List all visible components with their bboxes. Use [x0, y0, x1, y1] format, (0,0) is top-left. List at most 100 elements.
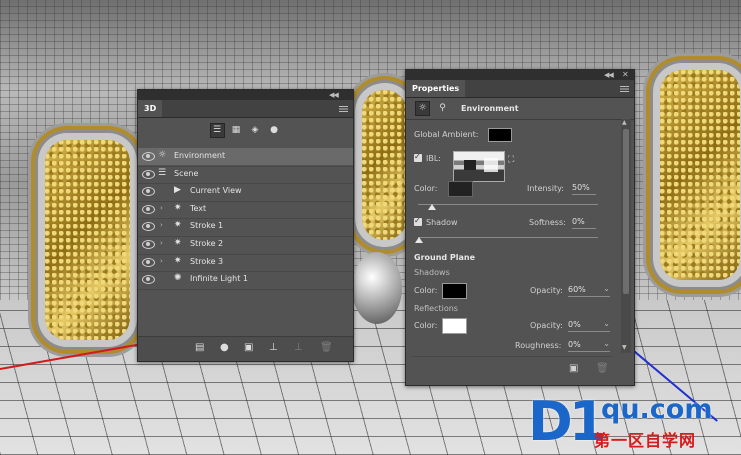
reflections-color-swatch[interactable]	[442, 318, 467, 334]
ground-icon[interactable]: ⊥	[269, 342, 278, 353]
eye-visibility-icon[interactable]	[142, 257, 155, 267]
layer-label: Stroke 1	[190, 221, 224, 231]
roughness-label: Roughness:	[515, 341, 562, 350]
environment-icon[interactable]: ☼	[415, 101, 430, 116]
eye-visibility-icon[interactable]	[142, 221, 155, 232]
trash-icon[interactable]: 🗑	[596, 363, 609, 374]
intensity-field[interactable]: 50%	[572, 183, 596, 195]
layer-label: Stroke 2	[190, 239, 224, 248]
layer-row[interactable]: › ✷ Text	[138, 201, 353, 218]
trash-icon[interactable]: 🗑	[320, 342, 333, 353]
eye-visibility-icon[interactable]	[142, 186, 155, 197]
global-ambient-swatch[interactable]	[488, 128, 512, 142]
3d-bottom-toolbar: ▤ ● ▣ ⊥ ⊥ 🗑	[138, 336, 353, 361]
scene-icon: ☰	[158, 167, 167, 178]
shadows-color-swatch[interactable]	[442, 283, 467, 299]
layer-row[interactable]: ☰ Scene	[138, 166, 353, 183]
properties-titlebar[interactable]: ◀◀ ✕	[406, 70, 634, 80]
expand-chevron-icon[interactable]: ›	[160, 204, 163, 212]
eye-visibility-icon[interactable]	[142, 169, 155, 179]
eye-visibility-icon[interactable]	[142, 151, 155, 161]
camera-icon: ▶	[174, 185, 181, 196]
add-light-icon[interactable]: ●	[220, 342, 229, 353]
close-icon[interactable]: ✕	[622, 70, 629, 79]
layer-label: Current View	[190, 186, 242, 196]
properties-scrollbar[interactable]: ▲ ▼	[621, 119, 631, 353]
layer-row[interactable]: ✺ Infinite Light 1	[138, 271, 353, 288]
lights-filter-icon[interactable]: ●	[268, 124, 281, 137]
reflections-opacity-dropdown[interactable]: 0% ⌄	[568, 319, 610, 332]
render-icon[interactable]: ▣	[244, 342, 253, 353]
expand-chevron-icon[interactable]: ›	[160, 257, 163, 265]
eye-icon	[142, 152, 155, 161]
softness-label: Softness:	[529, 218, 566, 227]
eye-visibility-icon[interactable]	[142, 274, 155, 285]
chevron-down-icon: ⌄	[603, 339, 610, 348]
shadow-label: Shadow	[426, 218, 458, 227]
softness-slider-thumb[interactable]	[415, 237, 423, 243]
ibl-checkbox[interactable]	[414, 152, 422, 162]
scene-filter-icon[interactable]: ☰	[209, 122, 225, 138]
global-ambient-label: Global Ambient:	[414, 130, 479, 139]
bottom-divider	[412, 356, 612, 357]
render-icon[interactable]: ▣	[569, 363, 578, 374]
mesh-icon: ✷	[174, 255, 182, 266]
row-separator	[138, 288, 353, 290]
properties-tabrow: Properties	[406, 80, 634, 98]
tab-properties[interactable]: Properties	[406, 80, 466, 97]
expand-chevron-icon[interactable]: ›	[160, 221, 163, 229]
tab-3d[interactable]: 3D	[138, 100, 163, 117]
intensity-slider-thumb[interactable]	[428, 204, 436, 210]
panel-menu-icon[interactable]	[339, 106, 348, 112]
add-object-icon[interactable]: ⊥	[294, 342, 303, 353]
watermark-subtitle: 第一区自学网	[594, 431, 697, 450]
softness-field[interactable]: 0%	[572, 217, 596, 229]
ibl-edit-icon[interactable]: ⛶	[508, 155, 514, 165]
expand-chevron-icon[interactable]: ›	[160, 239, 163, 247]
properties-panel: ◀◀ ✕ Properties ☼ ⚲ Environment Global A…	[405, 69, 635, 386]
collapse-icon[interactable]: ◀◀	[329, 91, 339, 99]
eye-icon	[142, 222, 155, 232]
scroll-up-icon[interactable]: ▲	[622, 119, 627, 126]
materials-filter-icon[interactable]: ◈	[249, 124, 262, 137]
reflections-opacity-value: 0%	[568, 320, 581, 329]
3d-panel-titlebar[interactable]: ◀◀	[138, 90, 353, 100]
layer-row[interactable]: › ✷ Stroke 2	[138, 236, 353, 253]
chrome-sphere	[352, 252, 402, 324]
shadow-checkbox[interactable]	[414, 216, 422, 226]
add-mesh-icon[interactable]: ▤	[195, 342, 204, 353]
3d-filter-toolbar: ☰ ▦ ◈ ●	[138, 118, 353, 142]
gold-letter-middle	[362, 90, 407, 240]
layer-row[interactable]: ☼ Environment	[138, 148, 353, 165]
shadows-opacity-label: Opacity:	[530, 286, 563, 295]
coordinates-icon[interactable]: ⚲	[436, 102, 449, 115]
intensity-slider[interactable]	[418, 204, 598, 205]
panel-menu-icon[interactable]	[620, 86, 629, 92]
layer-label: Stroke 3	[190, 256, 224, 266]
layer-row[interactable]: › ✷ Stroke 1	[138, 218, 353, 235]
layer-label: Environment	[174, 151, 226, 160]
eye-icon	[142, 187, 155, 197]
mesh-icon: ✷	[174, 202, 182, 213]
ibl-color-swatch[interactable]	[448, 181, 473, 197]
softness-slider[interactable]	[418, 237, 598, 238]
3d-tabrow: 3D	[138, 100, 353, 118]
roughness-value: 0%	[568, 340, 581, 349]
mesh-icon: ✷	[174, 238, 182, 248]
scroll-thumb[interactable]	[623, 129, 629, 294]
3d-panel: ◀◀ 3D ☰ ▦ ◈ ● ☼ Environment ☰ Scene ▶ Current…	[137, 89, 354, 362]
scroll-down-icon[interactable]: ▼	[622, 344, 627, 351]
ibl-thumbnail[interactable]	[453, 151, 505, 182]
shadows-opacity-dropdown[interactable]: 60% ⌄	[568, 284, 610, 297]
layer-row[interactable]: › ✷ Stroke 3	[138, 254, 353, 271]
intensity-label: Intensity:	[527, 184, 564, 193]
mesh-filter-icon[interactable]: ▦	[230, 124, 243, 137]
eye-visibility-icon[interactable]	[142, 204, 155, 214]
light-icon: ✺	[174, 273, 182, 284]
eye-visibility-icon[interactable]	[142, 239, 155, 249]
roughness-dropdown[interactable]: 0% ⌄	[568, 339, 610, 352]
layer-label: Text	[190, 203, 207, 213]
layer-label: Infinite Light 1	[190, 274, 248, 284]
layer-row[interactable]: ▶ Current View	[138, 183, 353, 200]
collapse-icon[interactable]: ◀◀	[604, 71, 614, 79]
